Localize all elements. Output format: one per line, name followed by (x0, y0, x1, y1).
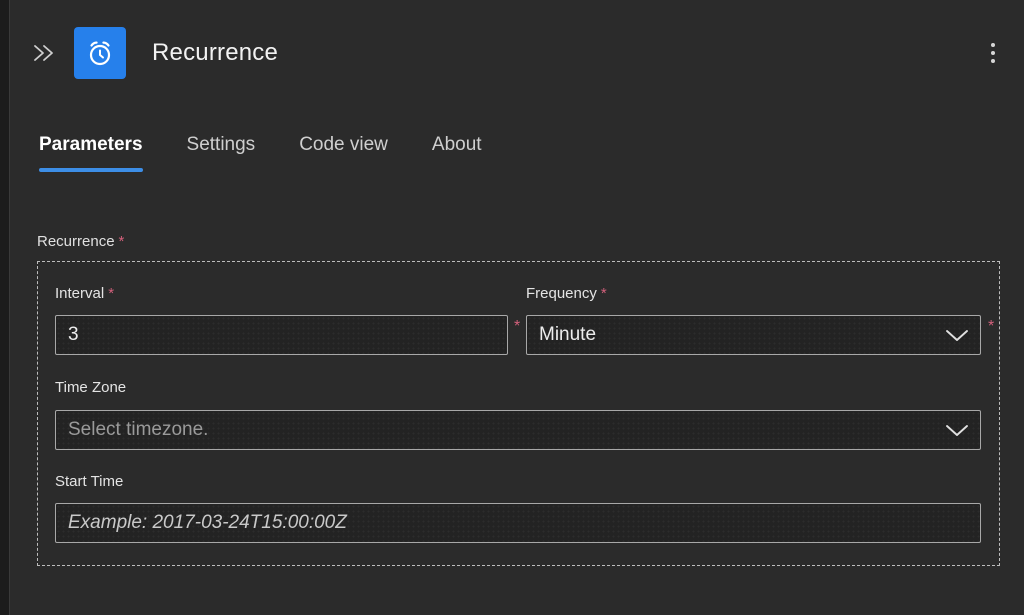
tab-label: About (432, 134, 482, 155)
interval-input[interactable]: 3 (55, 315, 508, 355)
starttime-input[interactable]: Example: 2017-03-24T15:00:00Z (55, 503, 981, 543)
alarm-clock-icon (74, 27, 126, 79)
more-dot (991, 51, 995, 55)
tab-label: Code view (299, 134, 388, 155)
frequency-value: Minute (539, 324, 942, 346)
more-dot (991, 59, 995, 63)
tab-parameters[interactable]: Parameters (39, 134, 143, 172)
interval-value: 3 (68, 324, 495, 346)
more-vertical-icon[interactable] (980, 38, 1006, 68)
tab-label: Settings (187, 134, 256, 155)
tab-code-view[interactable]: Code view (299, 134, 388, 172)
tab-settings[interactable]: Settings (187, 134, 256, 172)
starttime-label: Start Time (55, 473, 123, 490)
starttime-label-text: Start Time (55, 473, 123, 490)
timezone-label: Time Zone (55, 379, 126, 396)
frequency-label: Frequency* (526, 285, 607, 302)
panel-header: Recurrence (10, 0, 1024, 105)
required-asterisk: * (119, 233, 125, 250)
section-label-text: Recurrence (37, 233, 115, 250)
chevron-down-icon[interactable] (942, 320, 972, 350)
frequency-label-text: Frequency (526, 285, 597, 302)
interval-required-asterisk: * (514, 319, 520, 335)
double-chevron-right-icon[interactable] (30, 39, 58, 67)
tab-bar: Parameters Settings Code view About (39, 134, 526, 172)
required-asterisk: * (601, 285, 607, 302)
timezone-placeholder: Select timezone. (68, 419, 942, 441)
interval-label-text: Interval (55, 285, 104, 302)
tab-label: Parameters (39, 134, 143, 155)
section-label-recurrence: Recurrence* (37, 233, 124, 250)
tab-about[interactable]: About (432, 134, 482, 172)
more-dot (991, 43, 995, 47)
starttime-placeholder: Example: 2017-03-24T15:00:00Z (68, 512, 968, 534)
page-title: Recurrence (152, 39, 278, 67)
required-asterisk: * (108, 285, 114, 302)
chevron-down-icon[interactable] (942, 415, 972, 445)
timezone-label-text: Time Zone (55, 379, 126, 396)
timezone-select[interactable]: Select timezone. (55, 410, 981, 450)
frequency-select[interactable]: Minute (526, 315, 981, 355)
left-gutter (0, 0, 10, 615)
frequency-required-asterisk: * (988, 319, 994, 335)
interval-label: Interval* (55, 285, 114, 302)
recurrence-panel: Recurrence Parameters Settings Code view… (0, 0, 1024, 615)
